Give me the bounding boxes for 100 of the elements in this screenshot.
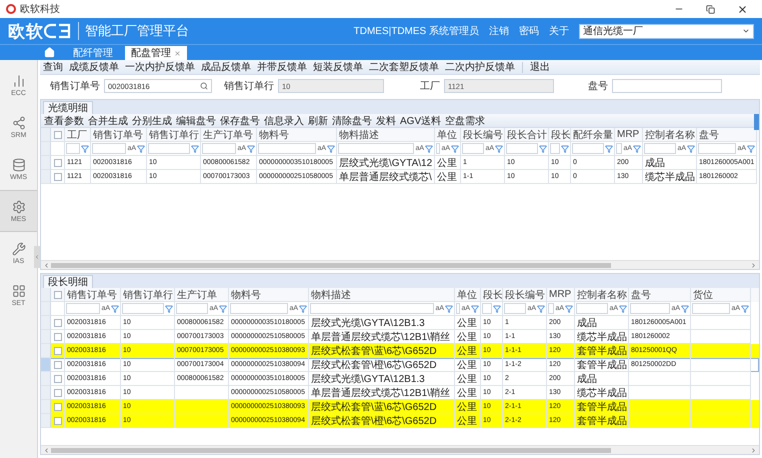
restore-icon[interactable]: [706, 4, 715, 14]
filter-field[interactable]: [122, 303, 164, 314]
toolbar-button[interactable]: 编辑盘号: [176, 114, 216, 128]
checkbox[interactable]: [54, 130, 62, 138]
panel-tab[interactable]: 光缆明细: [43, 101, 93, 114]
filter-field[interactable]: [230, 303, 288, 314]
filter-icon[interactable]: [299, 304, 307, 312]
checkbox[interactable]: [54, 416, 62, 424]
factory-select[interactable]: 通信光缆一厂: [579, 24, 754, 38]
filter-icon[interactable]: [747, 144, 755, 152]
menu-item[interactable]: 一次内护反馈单: [124, 60, 196, 74]
filter-icon[interactable]: [741, 304, 749, 312]
row-header[interactable]: [41, 344, 51, 358]
menu-item[interactable]: 成品反馈单: [200, 60, 252, 74]
menu-item[interactable]: 二次内护反馈单: [444, 60, 516, 74]
header-link[interactable]: 关于: [549, 24, 569, 38]
filter-field[interactable]: [462, 143, 484, 154]
filter-icon[interactable]: [539, 144, 547, 152]
filter-field[interactable]: [548, 303, 554, 314]
collapse-handle[interactable]: [34, 246, 40, 268]
row-header[interactable]: [41, 330, 51, 344]
filter-field[interactable]: [92, 143, 126, 154]
filter-icon[interactable]: [451, 144, 459, 152]
scroll-left-icon[interactable]: [43, 446, 50, 454]
close-tab-icon[interactable]: [174, 50, 181, 56]
filter-icon[interactable]: [633, 144, 641, 152]
filter-field[interactable]: [692, 303, 730, 314]
search-icon[interactable]: [200, 82, 208, 90]
menu-item[interactable]: 并带反馈单: [256, 60, 308, 74]
toolbar-button[interactable]: 清除盘号: [332, 114, 372, 128]
row-header[interactable]: [41, 156, 51, 170]
filter-field[interactable]: [576, 303, 608, 314]
toolbar-button[interactable]: 空盘需求: [445, 114, 486, 128]
toolbar-button[interactable]: 查看参数: [44, 114, 84, 128]
toolbar-button[interactable]: 合并生成: [88, 114, 128, 128]
row-header[interactable]: [41, 316, 51, 330]
filter-icon[interactable]: [327, 144, 335, 152]
checkbox[interactable]: [54, 360, 62, 368]
menu-item[interactable]: 二次套塑反馈单: [368, 60, 440, 74]
filter-field[interactable]: [436, 143, 440, 154]
menu-item[interactable]: 退出: [529, 60, 551, 74]
filter-icon[interactable]: [191, 144, 199, 152]
filter-icon[interactable]: [561, 144, 569, 152]
filter-field[interactable]: [66, 303, 100, 314]
tab[interactable]: 配盘管理: [125, 46, 187, 60]
checkbox[interactable]: [54, 346, 62, 354]
vertical-scrollbar[interactable]: [754, 114, 759, 130]
filter-field[interactable]: [258, 143, 316, 154]
row-header[interactable]: [41, 170, 51, 184]
filter-field[interactable]: [572, 143, 604, 154]
checkbox[interactable]: [54, 172, 62, 180]
checkbox[interactable]: [54, 388, 62, 396]
checkbox[interactable]: [54, 332, 62, 340]
toolbar-button[interactable]: 保存盘号: [220, 114, 260, 128]
filter-field[interactable]: [310, 303, 434, 314]
filter-field[interactable]: [338, 143, 414, 154]
checkbox[interactable]: [54, 402, 62, 410]
filter-icon[interactable]: [495, 144, 503, 152]
toolbar-button[interactable]: 分别生成: [132, 114, 172, 128]
horizontal-scrollbar[interactable]: [41, 445, 759, 454]
filter-field[interactable]: [616, 143, 622, 154]
row-header[interactable]: [41, 400, 51, 414]
filter-icon[interactable]: [619, 304, 627, 312]
filter-icon[interactable]: [137, 144, 145, 152]
scroll-left-icon[interactable]: [43, 262, 50, 268]
toolbar-button[interactable]: 刷新: [308, 114, 328, 128]
checkbox[interactable]: [54, 318, 62, 326]
checkbox[interactable]: [54, 290, 62, 298]
toolbar-button[interactable]: 发料: [376, 114, 396, 128]
filter-field[interactable]: [148, 143, 190, 154]
filter-icon[interactable]: [681, 304, 689, 312]
filter-icon[interactable]: [247, 144, 255, 152]
filter-field[interactable]: [504, 303, 526, 314]
filter-icon[interactable]: [605, 144, 613, 152]
filter-field[interactable]: [482, 303, 492, 314]
filter-icon[interactable]: [165, 304, 173, 312]
filter-field[interactable]: [506, 143, 538, 154]
menu-item[interactable]: 成缆反馈单: [68, 60, 120, 74]
scroll-right-icon[interactable]: [750, 262, 757, 268]
filter-field[interactable]: [644, 143, 676, 154]
filter-field[interactable]: [630, 303, 670, 314]
filter-icon[interactable]: [445, 304, 453, 312]
row-header[interactable]: [41, 372, 51, 386]
filter-field[interactable]: [202, 143, 236, 154]
header-link[interactable]: 注销: [489, 24, 509, 38]
filter-field[interactable]: [456, 303, 460, 314]
filter-field[interactable]: [550, 143, 560, 154]
filter-icon[interactable]: [565, 304, 573, 312]
horizontal-scrollbar[interactable]: [41, 260, 759, 269]
checkbox[interactable]: [54, 374, 62, 382]
menu-item[interactable]: 短装反馈单: [312, 60, 364, 74]
header-link[interactable]: 密码: [519, 24, 539, 38]
home-icon[interactable]: [44, 47, 55, 58]
filter-icon[interactable]: [111, 304, 119, 312]
filter-icon[interactable]: [219, 304, 227, 312]
row-header[interactable]: [41, 414, 51, 428]
filter-icon[interactable]: [425, 144, 433, 152]
toolbar-button[interactable]: 信息录入: [264, 114, 304, 128]
input-field[interactable]: [612, 79, 722, 93]
filter-icon[interactable]: [471, 304, 479, 312]
